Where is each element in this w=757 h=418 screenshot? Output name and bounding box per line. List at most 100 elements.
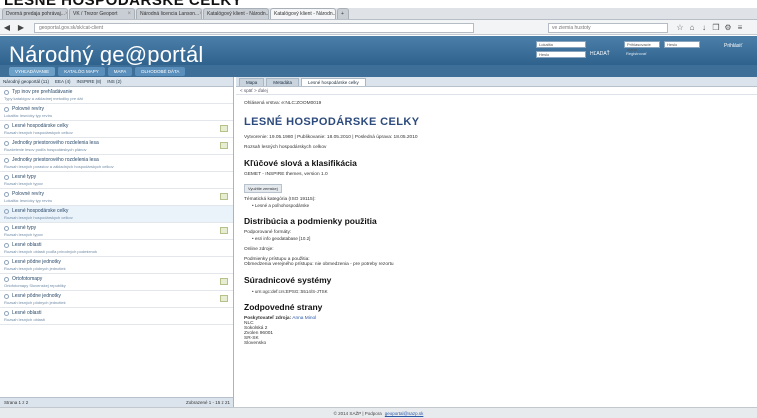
list-item[interactable]: Lesné typy Rozsah lesných typov [0,223,233,240]
detail-tab[interactable]: Metadáta [266,78,300,86]
menu-item[interactable]: MAPA [107,66,133,76]
record-id: Ohlásená vrstva: e:NLC:ZOOM0019 [244,101,322,106]
location-sub-input[interactable]: Heslo [536,51,586,58]
list-item-title[interactable]: Lesné pôdne jednotky [4,259,229,265]
browser-tab[interactable]: Katalógový klient - Národn...× [270,8,336,19]
menu-icon[interactable]: ≡ [734,22,746,33]
list-item-title[interactable]: Lesné oblasti [4,310,229,316]
list-item[interactable]: Lesné oblasti Rozsah lesných oblastí [0,308,233,325]
conditions-text: Obmedzenia verejného prístupu: nie obmed… [244,262,394,267]
browser-tab[interactable]: Dvorná predaja pohrávaj...× [2,8,68,19]
catalog-tab[interactable]: INS (2) [107,79,121,84]
list-item-description: Rozsah lesných porastov a základných hos… [4,164,114,169]
list-item[interactable]: Jednotky priestorového rozdelenia lesa Ro… [0,138,233,155]
list-item-title[interactable]: Lesné hospodárske celky [4,208,229,214]
layer-icon [4,259,9,265]
menu-item[interactable]: DLHODOBÉ DÁTA [135,66,186,76]
browser-tab[interactable]: Katalógový klient - Národn...× [203,8,269,19]
list-item[interactable]: Polovné revíry Lokalita: lesnícky typ rev… [0,104,233,121]
list-item[interactable]: Polovné revíry Lokalita: lesnícky typ rev… [0,189,233,206]
browser-tab[interactable]: Národná licencia Lanson...× [136,8,202,19]
layer-icon [4,174,9,180]
home-icon[interactable]: ⌂ [686,22,698,33]
list-item-title[interactable]: Polovné revíry [4,191,229,197]
section-keywords-heading: Kľúčové slová a klasifikácia [244,158,357,168]
list-item[interactable]: Lesné pôdne jednotky Rozsah lesných pôdny… [0,257,233,274]
menu-item[interactable]: KATALÓG MAPY [58,66,105,76]
new-tab-button[interactable]: + [337,8,349,19]
list-item-description: Rozsah lesných pôdnych jednotiek [4,300,66,305]
catalog-tab[interactable]: EEA (4) [55,79,71,84]
preview-thumbnail-icon[interactable] [220,295,228,302]
list-item-title[interactable]: Lesné typy [4,174,229,180]
login-button[interactable]: Prihlásiť [724,41,750,51]
list-item-title[interactable]: Lesné typy [4,225,229,231]
list-item-title-text: Ortofotomapy [12,276,43,282]
browser-search-input[interactable]: ve ziemia hustoty [548,23,668,33]
close-icon[interactable]: × [199,11,201,17]
section-distribution-heading: Distribúcia a podmienky použitia [244,216,377,226]
list-item-description: Typy katalógov a základnej metodiky pre … [4,96,83,101]
coords-item[interactable]: • urn:ogc:def:crs:EPSG::5514/S-JTSK [244,289,749,294]
browser-toolbar-icons: ☆ ⌂ ↓ ❒ ⚙ ≡ [674,22,746,33]
location-input[interactable]: Lokalita [536,41,586,48]
preview-thumbnail-icon[interactable] [220,125,228,132]
list-item[interactable]: Lesné pôdne jednotky Rozsah lesných pôdny… [0,291,233,308]
preview-thumbnail-icon[interactable] [220,142,228,149]
register-link[interactable]: Registrovať [624,51,660,58]
list-item-title[interactable]: Typ inov pre prehľadávanie [4,89,229,95]
detail-toolbar[interactable]: < späť > ďalej [236,87,757,95]
list-item[interactable]: Lesné hospodárske celky Rozsah lesných ho… [0,121,233,138]
preview-thumbnail-icon[interactable] [220,227,228,234]
detail-tab[interactable]: Mapa [239,78,265,86]
list-item-description: Rozsah lesných hospodárskych celkov [4,130,73,135]
download-icon[interactable]: ↓ [698,22,710,33]
list-item[interactable]: Ortofotomapy Ortofotomapy Slovenskej repu… [0,274,233,291]
list-item[interactable]: Jednotky priestorového rozdelenia lesa Ro… [0,155,233,172]
pagination-pages[interactable]: Strana 1 z 2 [4,400,28,405]
preview-thumbnail-icon[interactable] [220,278,228,285]
list-item-title[interactable]: Lesné hospodárske celky [4,123,229,129]
address-bar[interactable]: geoportal.gov.sk/sk/cat-client [34,23,474,33]
password-input[interactable]: Heslo [664,41,700,48]
settings-icon[interactable]: ⚙ [722,22,734,33]
list-item-title[interactable]: Jednotky priestorového rozdelenia lesa [4,157,229,163]
catalog-tab[interactable]: INSPIRE (8) [76,79,101,84]
page-footer: © 2014 SAŽP | Podpora geoportal@sazp.sk [0,407,757,418]
list-item-title[interactable]: Lesné oblasti [4,242,229,248]
menu-item[interactable]: VYHĽADÁVANIE [9,66,56,76]
list-item-title[interactable]: Ortofotomapy [4,276,229,282]
star-icon[interactable]: ☆ [674,22,686,33]
browser-tab-label: Katalógový klient - Národn... [207,11,269,17]
close-icon[interactable]: × [127,11,131,17]
list-item-title-text: Jednotky priestorového rozdelenia lesa [12,140,99,146]
forward-icon[interactable]: ▶ [14,22,28,33]
list-item-title-text: Lesné oblasti [12,310,42,316]
username-input[interactable]: Prihlasovacie meno [624,41,660,52]
list-item-title[interactable]: Polovné revíry [4,106,229,112]
bookmark-icon[interactable]: ❒ [710,22,722,33]
list-item-title-text: Lesné pôdne jednotky [12,259,61,265]
layer-icon [4,208,9,214]
list-item-title[interactable]: Jednotky priestorového rozdelenia lesa [4,140,229,146]
list-item[interactable]: Lesné oblasti Rozsah lesných oblastí podľ… [0,240,233,257]
search-button[interactable]: HĽADAŤ [590,49,616,59]
catalog-tab[interactable]: Národný geoportál (11) [3,79,49,84]
page-heading: LESNÉ HOSPODÁRSKE CELKY [0,0,757,8]
layer-icon [4,123,9,129]
list-item-title[interactable]: Lesné pôdne jednotky [4,293,229,299]
list-item[interactable]: Typ inov pre prehľadávanie Typy katalógov… [0,87,233,104]
layer-icon [4,89,9,95]
list-item-title-text: Lesné pôdne jednotky [12,293,61,299]
layer-icon [4,140,9,146]
keyword-tag[interactable]: Využitie zemskej [244,184,282,193]
list-item[interactable]: Lesné hospodárske celky Rozsah lesných ho… [0,206,233,223]
layer-icon [4,310,9,316]
footer-email-link[interactable]: geoportal@sazp.sk [385,411,424,416]
list-item[interactable]: Lesné typy Rozsah lesných typov [0,172,233,189]
close-icon[interactable]: × [65,11,67,17]
back-icon[interactable]: ◀ [0,22,14,33]
browser-tab[interactable]: VK / Trezor Geoport × [69,8,135,19]
detail-tab[interactable]: Lesné hospodárske celky [301,78,366,86]
preview-thumbnail-icon[interactable] [220,193,228,200]
